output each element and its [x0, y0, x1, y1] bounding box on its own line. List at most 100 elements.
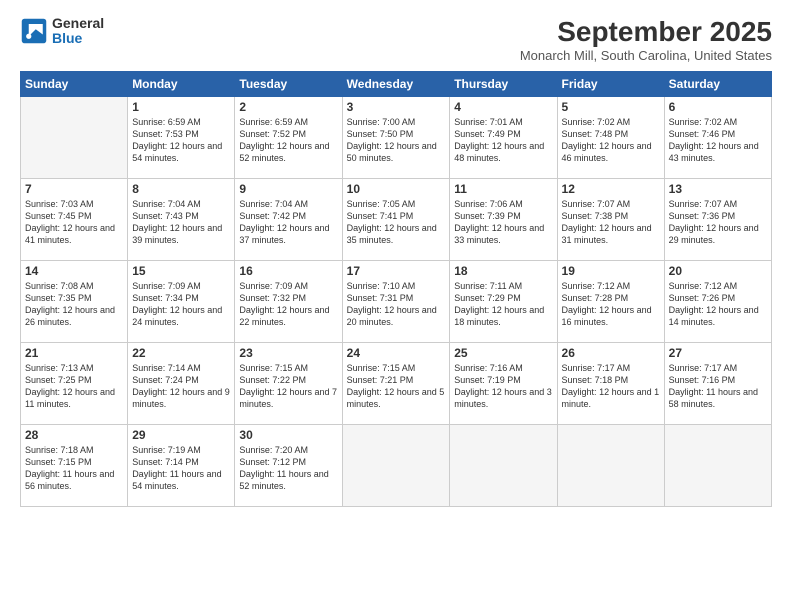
calendar-cell: 5 Sunrise: 7:02 AM Sunset: 7:48 PM Daylig…: [557, 97, 664, 179]
day-number: 8: [132, 182, 230, 196]
calendar-cell: 4 Sunrise: 7:01 AM Sunset: 7:49 PM Daylig…: [450, 97, 557, 179]
calendar-cell: 24Sunrise: 7:15 AM Sunset: 7:21 PM Dayli…: [342, 343, 450, 425]
day-info: Sunrise: 7:02 AM Sunset: 7:48 PM Dayligh…: [562, 116, 660, 165]
day-number: 22: [132, 346, 230, 360]
day-info: Sunrise: 7:08 AM Sunset: 7:35 PM Dayligh…: [25, 280, 123, 329]
weekday-header-monday: Monday: [128, 72, 235, 97]
day-number: 12: [562, 182, 660, 196]
day-number: 27: [669, 346, 767, 360]
calendar-cell: 12 Sunrise: 7:07 AM Sunset: 7:38 PM Dayli…: [557, 179, 664, 261]
calendar-cell: 19Sunrise: 7:12 AM Sunset: 7:28 PM Dayli…: [557, 261, 664, 343]
logo-line2: Blue: [52, 30, 82, 46]
day-info: Sunrise: 7:04 AM Sunset: 7:43 PM Dayligh…: [132, 198, 230, 247]
page-container: General Blue September 2025 Monarch Mill…: [0, 0, 792, 612]
calendar-cell: 22 Sunrise: 7:14 AM Sunset: 7:24 PM Dayli…: [128, 343, 235, 425]
day-info: Sunrise: 7:16 AM Sunset: 7:19 PM Dayligh…: [454, 362, 552, 411]
day-number: 18: [454, 264, 552, 278]
calendar-cell: 15 Sunrise: 7:09 AM Sunset: 7:34 PM Dayli…: [128, 261, 235, 343]
calendar-cell: 26 Sunrise: 7:17 AM Sunset: 7:18 PM Dayli…: [557, 343, 664, 425]
day-number: 11: [454, 182, 552, 196]
day-number: 30: [239, 428, 337, 442]
day-info: Sunrise: 7:02 AM Sunset: 7:46 PM Dayligh…: [669, 116, 767, 165]
day-number: 20: [669, 264, 767, 278]
day-info: Sunrise: 6:59 AM Sunset: 7:53 PM Dayligh…: [132, 116, 230, 165]
logo-line1: General: [52, 15, 104, 31]
calendar-cell: 23Sunrise: 7:15 AM Sunset: 7:22 PM Dayli…: [235, 343, 342, 425]
day-number: 5: [562, 100, 660, 114]
calendar-cell: 27 Sunrise: 7:17 AM Sunset: 7:16 PM Dayli…: [664, 343, 771, 425]
page-header: General Blue September 2025 Monarch Mill…: [20, 16, 772, 63]
calendar-cell: 29 Sunrise: 7:19 AM Sunset: 7:14 PM Dayli…: [128, 425, 235, 507]
day-info: Sunrise: 7:17 AM Sunset: 7:18 PM Dayligh…: [562, 362, 660, 411]
calendar-cell: 8 Sunrise: 7:04 AM Sunset: 7:43 PM Daylig…: [128, 179, 235, 261]
calendar-cell: 9Sunrise: 7:04 AM Sunset: 7:42 PM Daylig…: [235, 179, 342, 261]
day-info: Sunrise: 7:06 AM Sunset: 7:39 PM Dayligh…: [454, 198, 552, 247]
day-info: Sunrise: 7:14 AM Sunset: 7:24 PM Dayligh…: [132, 362, 230, 411]
calendar-cell: 2Sunrise: 6:59 AM Sunset: 7:52 PM Daylig…: [235, 97, 342, 179]
calendar-table: SundayMondayTuesdayWednesdayThursdayFrid…: [20, 71, 772, 507]
day-info: Sunrise: 7:09 AM Sunset: 7:32 PM Dayligh…: [239, 280, 337, 329]
calendar-cell: 18 Sunrise: 7:11 AM Sunset: 7:29 PM Dayli…: [450, 261, 557, 343]
day-number: 26: [562, 346, 660, 360]
title-block: September 2025 Monarch Mill, South Carol…: [520, 16, 772, 63]
calendar-cell: 21 Sunrise: 7:13 AM Sunset: 7:25 PM Dayli…: [21, 343, 128, 425]
day-info: Sunrise: 7:19 AM Sunset: 7:14 PM Dayligh…: [132, 444, 230, 493]
day-number: 1: [132, 100, 230, 114]
calendar-cell: 16 Sunrise: 7:09 AM Sunset: 7:32 PM Dayli…: [235, 261, 342, 343]
day-number: 4: [454, 100, 552, 114]
calendar-cell: 6 Sunrise: 7:02 AM Sunset: 7:46 PM Daylig…: [664, 97, 771, 179]
day-number: 17: [347, 264, 446, 278]
weekday-header-tuesday: Tuesday: [235, 72, 342, 97]
day-info: Sunrise: 7:11 AM Sunset: 7:29 PM Dayligh…: [454, 280, 552, 329]
weekday-header-friday: Friday: [557, 72, 664, 97]
calendar-cell: 3Sunrise: 7:00 AM Sunset: 7:50 PM Daylig…: [342, 97, 450, 179]
day-info: Sunrise: 7:12 AM Sunset: 7:28 PM Dayligh…: [562, 280, 660, 329]
day-info: Sunrise: 7:10 AM Sunset: 7:31 PM Dayligh…: [347, 280, 446, 329]
day-info: Sunrise: 7:04 AM Sunset: 7:42 PM Dayligh…: [239, 198, 337, 247]
day-number: 29: [132, 428, 230, 442]
calendar-cell: 11 Sunrise: 7:06 AM Sunset: 7:39 PM Dayli…: [450, 179, 557, 261]
day-info: Sunrise: 7:01 AM Sunset: 7:49 PM Dayligh…: [454, 116, 552, 165]
day-info: Sunrise: 7:09 AM Sunset: 7:34 PM Dayligh…: [132, 280, 230, 329]
logo-icon: [20, 17, 48, 45]
day-number: 25: [454, 346, 552, 360]
calendar-week-5: 28Sunrise: 7:18 AM Sunset: 7:15 PM Dayli…: [21, 425, 772, 507]
calendar-cell: 1 Sunrise: 6:59 AM Sunset: 7:53 PM Daylig…: [128, 97, 235, 179]
calendar-cell: 14 Sunrise: 7:08 AM Sunset: 7:35 PM Dayli…: [21, 261, 128, 343]
calendar-week-4: 21 Sunrise: 7:13 AM Sunset: 7:25 PM Dayli…: [21, 343, 772, 425]
calendar-week-2: 7 Sunrise: 7:03 AM Sunset: 7:45 PM Daylig…: [21, 179, 772, 261]
day-number: 6: [669, 100, 767, 114]
calendar-cell: [664, 425, 771, 507]
day-info: Sunrise: 7:07 AM Sunset: 7:38 PM Dayligh…: [562, 198, 660, 247]
calendar-cell: 7 Sunrise: 7:03 AM Sunset: 7:45 PM Daylig…: [21, 179, 128, 261]
day-number: 16: [239, 264, 337, 278]
day-info: Sunrise: 7:15 AM Sunset: 7:22 PM Dayligh…: [239, 362, 337, 411]
day-info: Sunrise: 7:18 AM Sunset: 7:15 PM Dayligh…: [25, 444, 123, 493]
day-info: Sunrise: 7:03 AM Sunset: 7:45 PM Dayligh…: [25, 198, 123, 247]
logo: General Blue: [20, 16, 104, 47]
calendar-cell: 17 Sunrise: 7:10 AM Sunset: 7:31 PM Dayli…: [342, 261, 450, 343]
weekday-header-wednesday: Wednesday: [342, 72, 450, 97]
calendar-cell: 13Sunrise: 7:07 AM Sunset: 7:36 PM Dayli…: [664, 179, 771, 261]
day-info: Sunrise: 6:59 AM Sunset: 7:52 PM Dayligh…: [239, 116, 337, 165]
day-info: Sunrise: 7:13 AM Sunset: 7:25 PM Dayligh…: [25, 362, 123, 411]
weekday-header-sunday: Sunday: [21, 72, 128, 97]
calendar-cell: 28Sunrise: 7:18 AM Sunset: 7:15 PM Dayli…: [21, 425, 128, 507]
day-info: Sunrise: 7:17 AM Sunset: 7:16 PM Dayligh…: [669, 362, 767, 411]
day-info: Sunrise: 7:20 AM Sunset: 7:12 PM Dayligh…: [239, 444, 337, 493]
day-number: 3: [347, 100, 446, 114]
day-number: 15: [132, 264, 230, 278]
calendar-cell: [450, 425, 557, 507]
day-number: 7: [25, 182, 123, 196]
calendar-week-1: 1 Sunrise: 6:59 AM Sunset: 7:53 PM Daylig…: [21, 97, 772, 179]
day-info: Sunrise: 7:15 AM Sunset: 7:21 PM Dayligh…: [347, 362, 446, 411]
day-number: 14: [25, 264, 123, 278]
calendar-body: 1 Sunrise: 6:59 AM Sunset: 7:53 PM Daylig…: [21, 97, 772, 507]
day-number: 21: [25, 346, 123, 360]
calendar-cell: [21, 97, 128, 179]
logo-text: General Blue: [52, 16, 104, 47]
weekday-header-thursday: Thursday: [450, 72, 557, 97]
day-info: Sunrise: 7:12 AM Sunset: 7:26 PM Dayligh…: [669, 280, 767, 329]
weekday-header-saturday: Saturday: [664, 72, 771, 97]
month-title: September 2025: [520, 16, 772, 48]
